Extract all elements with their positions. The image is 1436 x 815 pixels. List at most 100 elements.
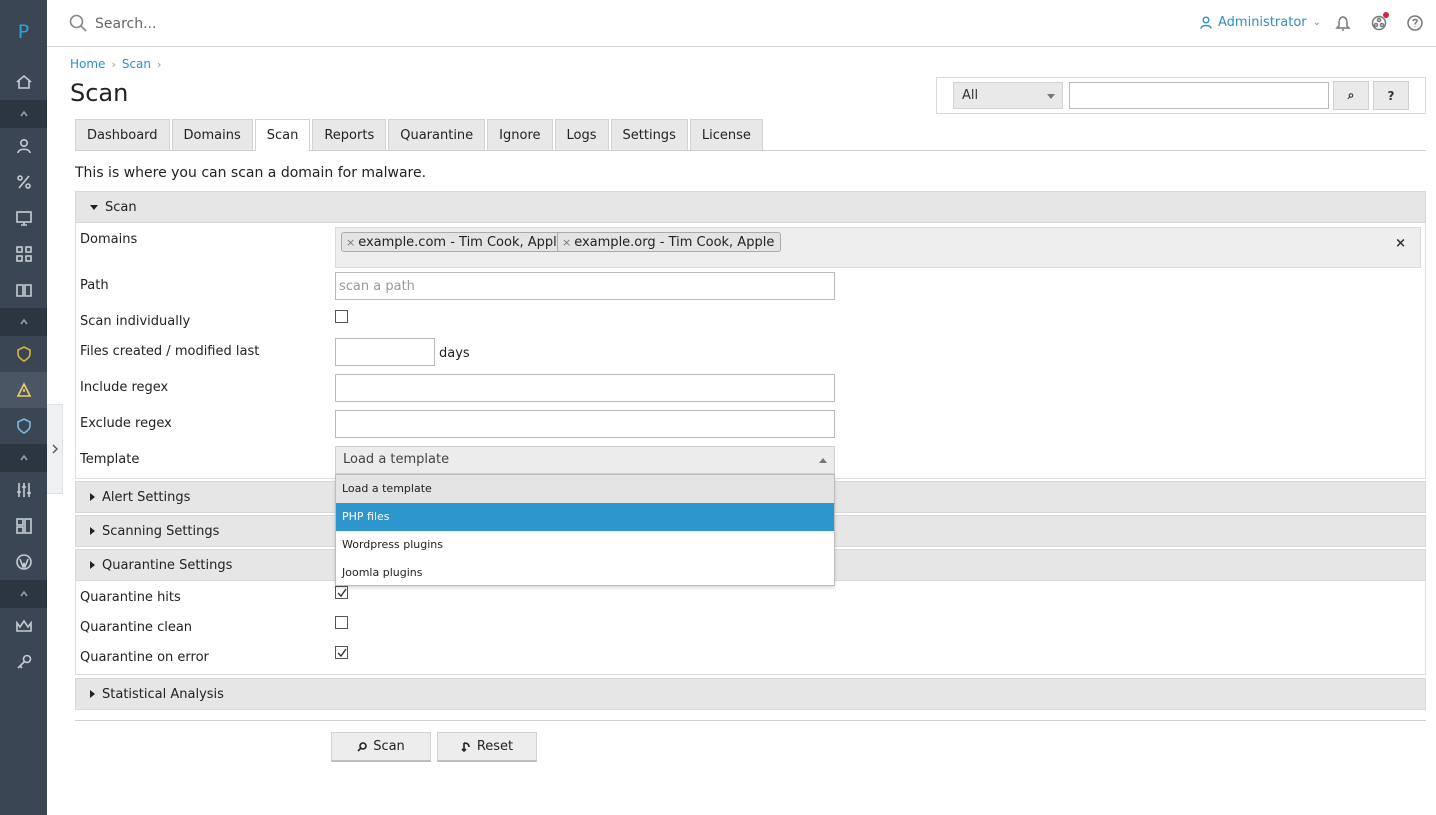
chevron-right-icon <box>52 444 58 454</box>
scan-button[interactable]: Scan <box>331 732 431 762</box>
page-title: Scan <box>70 79 129 107</box>
days-input[interactable] <box>335 338 435 366</box>
reset-button[interactable]: Reset <box>437 732 537 762</box>
domain-tag-label: example.org - Tim Cook, Apple <box>574 235 775 250</box>
remove-tag-icon[interactable]: × <box>346 236 355 249</box>
files-modified-label: Files created / modified last <box>80 344 260 359</box>
breadcrumb: Home › Scan › <box>70 57 161 71</box>
quarantine-clean-checkbox[interactable] <box>335 616 348 629</box>
collapse-chevron-icon[interactable] <box>0 100 47 128</box>
logo[interactable]: P <box>0 0 47 64</box>
tab-dashboard[interactable]: Dashboard <box>75 119 170 150</box>
chevron-down-icon: ⌄ <box>1312 17 1322 28</box>
chevron-right-icon: › <box>157 57 162 71</box>
user-menu[interactable]: Administrator ⌄ <box>1200 15 1321 30</box>
search-filter-select[interactable]: All <box>953 82 1063 109</box>
include-regex-input[interactable] <box>335 374 835 402</box>
search-button[interactable]: ⌕ <box>1333 81 1369 110</box>
reset-button-label: Reset <box>476 739 514 754</box>
scan-section-header[interactable]: Scan <box>75 191 1426 223</box>
shield-yellow-icon[interactable] <box>0 336 47 372</box>
wordpress-icon[interactable] <box>0 544 47 580</box>
quarantine-error-checkbox[interactable] <box>335 646 348 659</box>
exclude-regex-input[interactable] <box>335 410 835 438</box>
apps-grid-icon[interactable] <box>0 236 47 272</box>
template-option[interactable]: Load a template <box>336 475 834 503</box>
caret-right-icon <box>90 527 95 535</box>
notification-bell-icon[interactable] <box>1334 14 1352 32</box>
template-option[interactable]: PHP files <box>336 503 834 531</box>
tab-ignore[interactable]: Ignore <box>487 119 553 150</box>
crown-icon[interactable] <box>0 608 47 644</box>
days-unit-label: days <box>439 346 470 361</box>
domains-multiselect[interactable]: × example.com - Tim Cook, Apple × exampl… <box>335 227 1421 268</box>
remove-tag-icon[interactable]: × <box>562 236 571 249</box>
monitor-icon[interactable] <box>0 200 47 236</box>
tab-license[interactable]: License <box>689 119 763 150</box>
caret-up-icon <box>819 458 827 463</box>
caret-down-icon <box>1047 94 1055 99</box>
template-select[interactable]: Load a template <box>335 446 835 474</box>
tab-reports[interactable]: Reports <box>312 119 387 150</box>
template-option[interactable]: Wordpress plugins <box>336 531 834 559</box>
section-title: Scan <box>105 199 137 215</box>
sliders-icon[interactable] <box>0 472 47 508</box>
exclude-regex-label: Exclude regex <box>80 416 172 431</box>
section-title: Quarantine Settings <box>102 557 233 573</box>
sidebar: P <box>0 0 47 815</box>
undo-icon <box>461 741 470 752</box>
tab-domains[interactable]: Domains <box>171 119 253 150</box>
tab-scan[interactable]: Scan <box>254 119 311 151</box>
domain-tag: × example.org - Tim Cook, Apple <box>557 232 782 252</box>
user-name: Administrator <box>1218 15 1307 30</box>
malware-scanner-icon[interactable] <box>0 372 47 408</box>
breadcrumb-scan[interactable]: Scan <box>122 57 151 71</box>
search-filter-value: All <box>962 88 979 103</box>
help-button[interactable]: ? <box>1373 81 1409 110</box>
collapse-chevron-icon[interactable] <box>0 444 47 472</box>
template-option[interactable]: Joomla plugins <box>336 559 834 587</box>
list-search-input[interactable] <box>1069 82 1329 109</box>
tab-bar: Dashboard Domains Scan Reports Quarantin… <box>75 119 1426 151</box>
scan-individually-checkbox[interactable] <box>335 310 348 323</box>
user-icon[interactable] <box>0 128 47 164</box>
quarantine-hits-checkbox[interactable] <box>335 586 348 599</box>
dashboard-blocks-icon[interactable] <box>0 508 47 544</box>
tab-logs[interactable]: Logs <box>554 119 609 150</box>
shield-blue-icon[interactable] <box>0 408 47 444</box>
quarantine-clean-label: Quarantine clean <box>80 620 193 635</box>
percent-icon[interactable] <box>0 164 47 200</box>
caret-right-icon <box>90 493 95 501</box>
intro-text: This is where you can scan a domain for … <box>75 165 427 181</box>
help-icon[interactable] <box>1406 14 1424 32</box>
collapse-chevron-icon[interactable] <box>0 308 47 336</box>
tab-settings[interactable]: Settings <box>610 119 688 150</box>
quarantine-error-label: Quarantine on error <box>80 650 209 665</box>
path-label: Path <box>80 278 109 293</box>
sidebar-expand-handle[interactable] <box>47 404 63 494</box>
quarantine-settings-body <box>75 581 1426 675</box>
search-icon <box>69 14 87 32</box>
breadcrumb-home[interactable]: Home <box>70 57 105 71</box>
path-input[interactable]: scan a path <box>335 272 835 300</box>
statistical-analysis-header[interactable]: Statistical Analysis <box>75 678 1426 710</box>
topbar: Administrator ⌄ <box>47 0 1436 47</box>
collapse-chevron-icon[interactable] <box>0 580 47 608</box>
template-dropdown: Load a template PHP files Wordpress plug… <box>335 474 835 586</box>
global-search-input[interactable] <box>95 13 395 35</box>
extensions-icon[interactable] <box>1370 12 1389 32</box>
user-icon <box>1200 16 1212 29</box>
divider <box>75 720 1426 721</box>
quarantine-hits-label: Quarantine hits <box>80 590 181 605</box>
notification-dot <box>1383 12 1389 18</box>
clear-domains-button[interactable]: × <box>1395 236 1406 251</box>
book-icon[interactable] <box>0 272 47 308</box>
home-icon[interactable] <box>0 64 47 100</box>
key-icon[interactable] <box>0 644 47 680</box>
template-label: Template <box>80 452 140 467</box>
section-title: Statistical Analysis <box>102 686 224 702</box>
section-title: Alert Settings <box>102 489 191 505</box>
tab-quarantine[interactable]: Quarantine <box>388 119 486 150</box>
chevron-right-icon: › <box>111 57 116 71</box>
domains-label: Domains <box>80 232 138 247</box>
